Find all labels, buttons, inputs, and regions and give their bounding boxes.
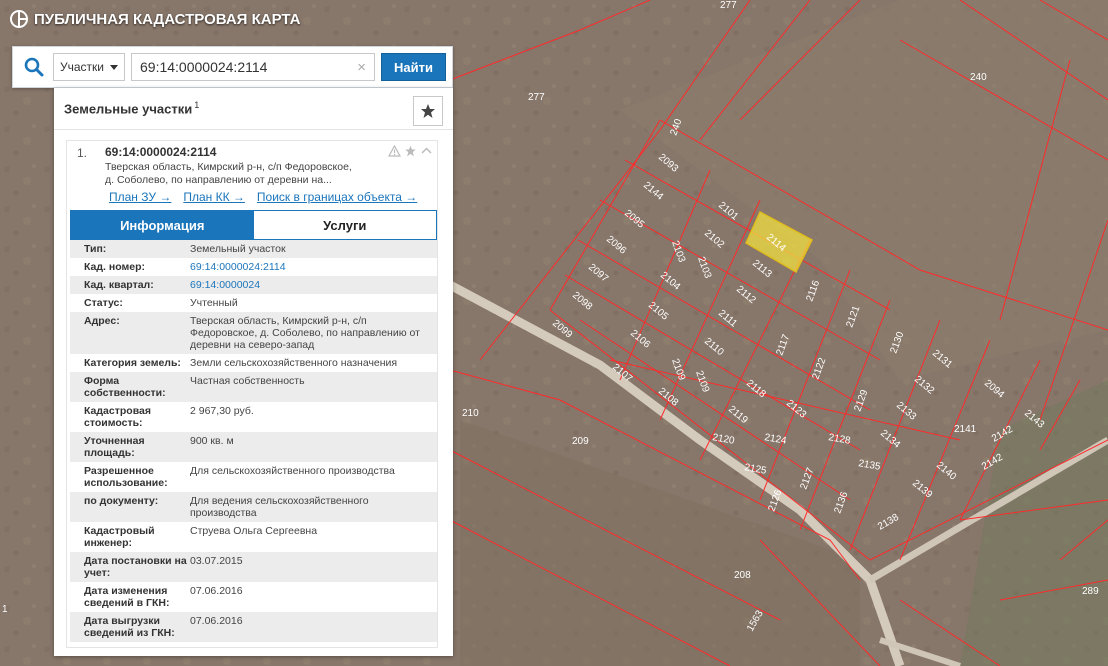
info-label: Дата изменения сведений в ГКН: xyxy=(84,585,170,609)
info-row-ownership: Форма собственности: Частная собственнос… xyxy=(70,372,437,402)
info-value: Частная собственность xyxy=(190,375,305,387)
search-icon[interactable] xyxy=(21,54,47,80)
info-value: 07.06.2016 xyxy=(190,615,243,627)
tab-information[interactable]: Информация xyxy=(71,211,254,239)
parcel-label: 210 xyxy=(462,408,479,419)
info-row-status: Статус: Учтенный xyxy=(70,294,437,312)
info-label: Адрес: xyxy=(84,315,120,327)
info-label: Статус: xyxy=(84,297,123,309)
parcel-label: 1 xyxy=(2,604,8,615)
result-address-line: д. Соболево, по направлению от деревни н… xyxy=(105,174,332,186)
parcel-label: 277 xyxy=(528,92,545,103)
info-label: Уточненная площадь: xyxy=(84,435,145,459)
app-title: ПУБЛИЧНАЯ КАДАСТРОВАЯ КАРТА xyxy=(34,10,301,28)
info-label: Категория земель: xyxy=(84,357,181,369)
info-value: Земли сельскохозяйственного назначения xyxy=(190,357,398,369)
info-row-type: Тип: Земельный участок xyxy=(70,240,437,258)
result-actions xyxy=(388,145,433,157)
result-header[interactable]: 1. 69:14:0000024:2114 Тверская область, … xyxy=(67,145,437,187)
search-in-bounds-link[interactable]: Поиск в границах объекта → xyxy=(257,190,417,204)
info-label: Форма собственности: xyxy=(84,375,166,399)
plan-kk-link[interactable]: План КК → xyxy=(183,190,245,204)
info-value: Тверская область, Кимрский р-н, с/п Федо… xyxy=(190,315,420,351)
info-table: Тип: Земельный участок Кад. номер: 69:14… xyxy=(70,240,437,642)
results-count: 1 xyxy=(194,100,200,110)
plan-zu-link[interactable]: План ЗУ → xyxy=(109,190,171,204)
parcel-label: 2141 xyxy=(954,424,977,435)
result-address: Тверская область, Кимрский р-н, с/п Федо… xyxy=(105,161,365,187)
info-value: Учтенный xyxy=(190,297,238,309)
search-input[interactable] xyxy=(140,59,358,75)
panel-title-text: Земельные участки xyxy=(64,101,193,117)
logo-icon xyxy=(10,10,28,28)
result-item: 1. 69:14:0000024:2114 Тверская область, … xyxy=(66,140,438,648)
star-icon xyxy=(421,104,435,118)
info-label: по документу: xyxy=(84,495,159,507)
info-row-cad-quarter: Кад. квартал: 69:14:0000024 xyxy=(70,276,437,294)
info-label: Кад. квартал: xyxy=(84,279,154,291)
result-tabs: Информация Услуги xyxy=(70,210,437,240)
parcel-label: 240 xyxy=(970,72,987,83)
result-cad-number[interactable]: 69:14:0000024:2114 xyxy=(105,145,433,159)
search-field: × xyxy=(131,53,376,81)
info-row-address: Адрес: Тверская область, Кимрский р-н, с… xyxy=(70,312,437,354)
info-value: 2 967,30 руб. xyxy=(190,405,254,417)
app-header: ПУБЛИЧНАЯ КАДАСТРОВАЯ КАРТА xyxy=(10,10,300,28)
info-label: Дата постановки на учет: xyxy=(84,555,187,579)
panel-title: Земельные участки 1 xyxy=(64,100,199,116)
info-label: Кадастровая стоимость: xyxy=(84,405,151,429)
info-value: 900 кв. м xyxy=(190,435,234,447)
info-label: Кадастровый инженер: xyxy=(84,525,155,549)
result-links: План ЗУ → План КК → Поиск в границах объ… xyxy=(67,187,437,204)
info-row-land-category: Категория земель: Земли сельскохозяйстве… xyxy=(70,354,437,372)
result-address-line: Тверская область, Кимрский р-н, с/п Федо… xyxy=(105,161,352,173)
info-row-registration-date: Дата постановки на учет: 03.07.2015 xyxy=(70,552,437,582)
favorite-button[interactable] xyxy=(413,96,443,126)
clear-icon[interactable]: × xyxy=(357,59,366,76)
results-panel: Земельные участки 1 1. 69:14:0000024:2114… xyxy=(54,88,453,656)
parcel-label: 208 xyxy=(734,570,751,581)
cad-number-link[interactable]: 69:14:0000024:2114 xyxy=(190,261,437,273)
info-row-permitted-use: Разрешенное использование: Для сельскохо… xyxy=(70,462,437,492)
info-value: Земельный участок xyxy=(190,243,286,255)
info-row-change-date: Дата изменения сведений в ГКН: 07.06.201… xyxy=(70,582,437,612)
parcel-label: 277 xyxy=(720,0,737,11)
info-row-cad-number: Кад. номер: 69:14:0000024:2114 xyxy=(70,258,437,276)
tab-services[interactable]: Услуги xyxy=(253,211,436,239)
info-value: 07.06.2016 xyxy=(190,585,243,597)
chevron-down-icon xyxy=(110,64,118,70)
info-value: Струева Ольга Сергеевна xyxy=(190,525,318,537)
parcel-label: 209 xyxy=(572,436,589,447)
info-label: Разрешенное использование: xyxy=(84,465,168,489)
info-label: Дата выгрузки сведений из ГКН: xyxy=(84,615,175,639)
search-type-dropdown[interactable]: Участки xyxy=(53,53,125,81)
info-row-engineer: Кадастровый инженер: Струева Ольга Серге… xyxy=(70,522,437,552)
info-label: Кад. номер: xyxy=(84,261,146,273)
warning-icon[interactable] xyxy=(388,145,401,157)
parcel-label: 289 xyxy=(1082,586,1099,597)
cad-quarter-link[interactable]: 69:14:0000024 xyxy=(190,279,437,291)
find-button[interactable]: Найти xyxy=(381,53,446,81)
info-row-cad-cost: Кадастровая стоимость: 2 967,30 руб. xyxy=(70,402,437,432)
info-row-export-date: Дата выгрузки сведений из ГКН: 07.06.201… xyxy=(70,612,437,642)
info-row-by-document: по документу: Для ведения сельскохозяйст… xyxy=(70,492,437,522)
info-row-area: Уточненная площадь: 900 кв. м xyxy=(70,432,437,462)
star-icon[interactable] xyxy=(404,145,417,157)
info-value: Для ведения сельскохозяйственного произв… xyxy=(190,495,369,519)
search-bar: Участки × Найти xyxy=(12,46,453,88)
info-value: 03.07.2015 xyxy=(190,555,243,567)
info-label: Тип: xyxy=(84,243,107,255)
panel-header: Земельные участки 1 xyxy=(54,88,453,130)
chevron-up-icon[interactable] xyxy=(420,145,433,157)
info-value: Для сельскохозяйственного производства xyxy=(190,465,395,477)
result-index: 1. xyxy=(77,146,88,160)
search-type-label: Участки xyxy=(60,60,104,74)
